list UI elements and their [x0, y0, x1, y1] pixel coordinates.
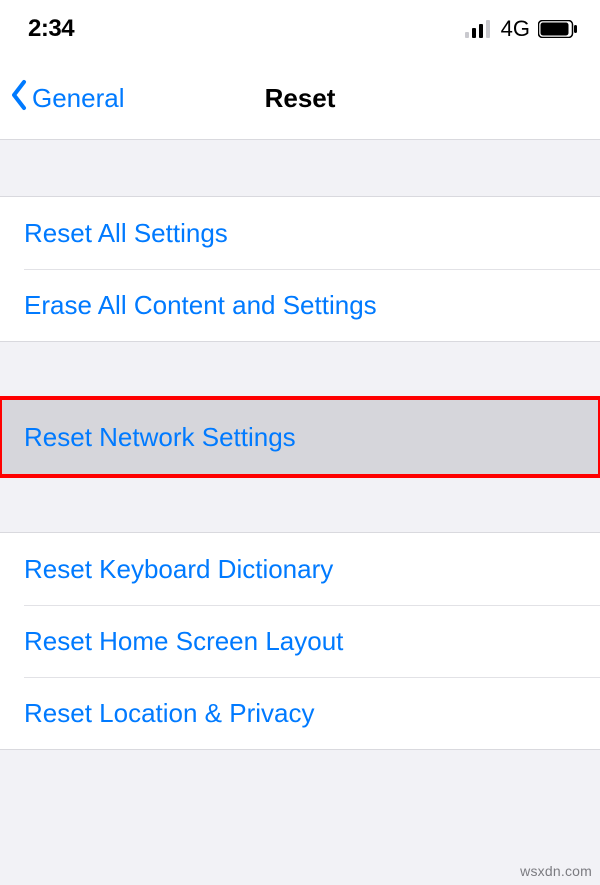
battery-icon [538, 20, 578, 38]
chevron-left-icon [8, 78, 30, 119]
reset-network-settings-button[interactable]: Reset Network Settings [0, 398, 600, 476]
list-section-3: Reset Keyboard Dictionary Reset Home Scr… [0, 532, 600, 750]
list-item-label: Reset Network Settings [24, 422, 296, 453]
reset-all-settings-button[interactable]: Reset All Settings [0, 197, 600, 269]
section-gap [0, 476, 600, 532]
network-type-label: 4G [501, 16, 530, 42]
cellular-signal-icon [465, 20, 493, 38]
reset-location-privacy-button[interactable]: Reset Location & Privacy [0, 677, 600, 749]
status-bar: 2:34 4G [0, 0, 600, 58]
section-gap [0, 140, 600, 196]
list-item-label: Reset Home Screen Layout [24, 626, 343, 657]
section-gap [0, 342, 600, 398]
back-label: General [32, 83, 125, 114]
list-item-label: Reset Keyboard Dictionary [24, 554, 333, 585]
erase-all-content-button[interactable]: Erase All Content and Settings [0, 269, 600, 341]
list-item-label: Reset Location & Privacy [24, 698, 314, 729]
nav-bar: General Reset [0, 58, 600, 140]
list-item-label: Reset All Settings [24, 218, 228, 249]
watermark: wsxdn.com [520, 863, 592, 879]
list-item-label: Erase All Content and Settings [24, 290, 377, 321]
reset-home-screen-button[interactable]: Reset Home Screen Layout [0, 605, 600, 677]
status-time: 2:34 [28, 15, 74, 43]
status-right: 4G [465, 16, 578, 42]
list-section-1: Reset All Settings Erase All Content and… [0, 196, 600, 342]
reset-keyboard-dictionary-button[interactable]: Reset Keyboard Dictionary [0, 533, 600, 605]
back-button[interactable]: General [0, 78, 125, 119]
list-section-2: Reset Network Settings [0, 398, 600, 476]
